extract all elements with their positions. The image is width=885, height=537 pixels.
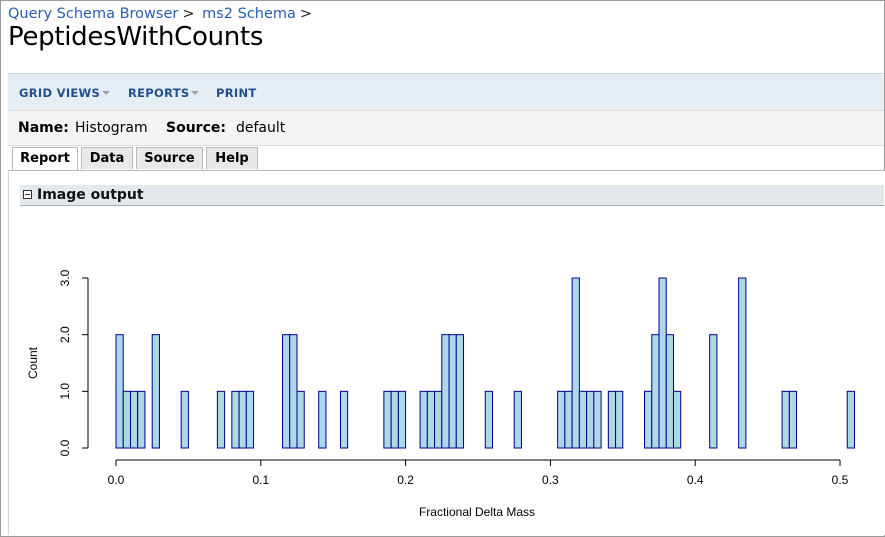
histogram-bar (607, 390, 617, 449)
histogram-bar (441, 334, 450, 449)
histogram-bar (484, 390, 493, 449)
histogram-bar (448, 334, 457, 449)
histogram-bar (151, 334, 160, 449)
histogram-bar (289, 334, 298, 449)
y-axis-label: Count (26, 346, 40, 379)
histogram-bar (781, 390, 790, 449)
y-tick-label: 3.0 (58, 269, 72, 286)
histogram-bar (644, 390, 653, 449)
histogram-bar (245, 390, 255, 449)
histogram-bar (231, 390, 240, 449)
histogram-bar (282, 334, 291, 449)
x-tick-label: 0.5 (832, 473, 849, 487)
histogram-bar (738, 277, 747, 449)
x-tick-label: 0.3 (542, 473, 559, 487)
histogram-bar (434, 390, 443, 449)
x-tick-label: 0.2 (397, 473, 414, 487)
y-tick-label: 2.0 (58, 326, 72, 343)
histogram-bar (571, 277, 580, 449)
histogram-bar (180, 390, 189, 449)
histogram-bar (846, 390, 855, 449)
histogram-bar (578, 390, 588, 449)
x-tick-label: 0.4 (687, 473, 704, 487)
histogram-bar (593, 390, 602, 449)
histogram-bar (672, 390, 682, 449)
histogram-bar (216, 390, 226, 449)
histogram-bar (788, 390, 798, 449)
histogram-bar (709, 334, 718, 449)
histogram-bar (238, 390, 247, 449)
histogram-bar (557, 390, 566, 449)
histogram-bar (513, 390, 522, 449)
histogram-bar (615, 390, 624, 449)
histogram-bar (129, 390, 139, 449)
histogram-bar (455, 334, 465, 449)
y-tick-label: 0.0 (58, 439, 72, 456)
histogram-bar (296, 390, 305, 449)
histogram-bar (426, 390, 436, 449)
histogram-bar (318, 390, 327, 449)
histogram-bar (586, 390, 595, 449)
histogram-bar (397, 390, 407, 449)
histogram-bar (665, 334, 674, 449)
histogram-bar (658, 277, 667, 449)
histogram-bar (122, 390, 131, 449)
histogram-bar (419, 390, 428, 449)
x-tick-label: 0.0 (108, 473, 125, 487)
histogram-bar (137, 390, 146, 449)
histogram-bar (564, 390, 573, 449)
histogram-bar (383, 390, 392, 449)
y-tick-label: 1.0 (58, 383, 72, 400)
histogram-bar (651, 334, 660, 449)
histogram-bar (339, 390, 349, 449)
histogram-bar (390, 390, 399, 449)
histogram-chart: 0.0 0.1 0.2 0.3 0.4 0.5 0.0 1.0 2.0 3.0 Fractiona… (26, 269, 855, 519)
histogram-bar (115, 334, 124, 449)
x-axis-label: Fractional Delta Mass (419, 505, 535, 519)
x-tick-label: 0.1 (252, 473, 269, 487)
